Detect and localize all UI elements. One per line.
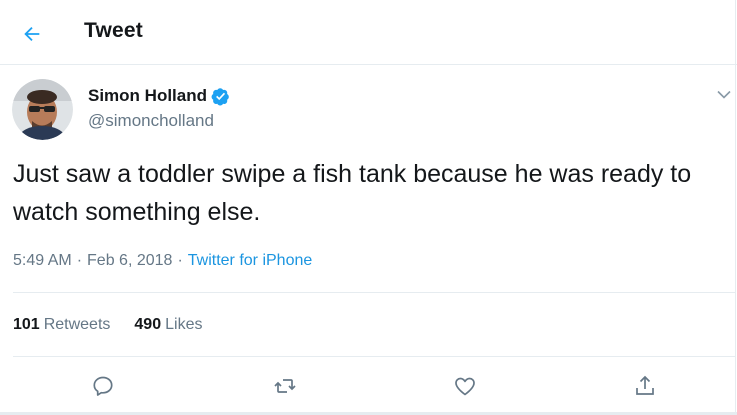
- retweet-icon: [274, 379, 296, 393]
- retweets-label: Retweets: [43, 316, 111, 333]
- retweets-stat[interactable]: 101 Retweets: [13, 316, 110, 333]
- share-icon: [636, 375, 654, 395]
- meta-separator: ·: [76, 252, 83, 269]
- heart-icon: [455, 377, 475, 396]
- page-header: Tweet: [0, 0, 737, 65]
- like-button[interactable]: [452, 373, 478, 399]
- divider: [13, 356, 735, 357]
- avatar[interactable]: [12, 79, 73, 140]
- divider: [13, 292, 735, 293]
- author-name[interactable]: Simon Holland: [88, 86, 230, 106]
- tweet-source-link[interactable]: Twitter for iPhone: [188, 252, 313, 269]
- tweet-actions: [0, 369, 737, 403]
- share-button[interactable]: [632, 373, 658, 399]
- arrow-left-icon: [24, 26, 40, 42]
- avatar-photo: [12, 79, 73, 140]
- tweet-date[interactable]: Feb 6, 2018: [87, 252, 172, 269]
- reply-icon: [93, 376, 113, 396]
- author-handle[interactable]: @simoncholland: [88, 111, 214, 131]
- tweet-page: Tweet Simon Holland @simoncholland Just …: [0, 0, 737, 415]
- retweets-count: 101: [13, 316, 40, 333]
- tweet-stats: 101 Retweets 490 Likes: [13, 316, 202, 334]
- reply-button[interactable]: [90, 373, 116, 399]
- verified-badge-icon: [211, 87, 229, 106]
- page-title: Tweet: [84, 19, 143, 42]
- column-border: [735, 0, 736, 415]
- tweet-text: Just saw a toddler swipe a fish tank bec…: [13, 160, 692, 226]
- author-name-text: Simon Holland: [88, 86, 207, 105]
- retweet-button[interactable]: [272, 373, 298, 399]
- likes-stat[interactable]: 490 Likes: [134, 316, 202, 333]
- tweet-time[interactable]: 5:49 AM: [13, 252, 72, 269]
- tweet-meta: 5:49 AM · Feb 6, 2018 · Twitter for iPhone: [13, 252, 312, 270]
- chevron-down-icon: [717, 90, 731, 99]
- tweet-menu-button[interactable]: [714, 86, 734, 102]
- meta-separator: ·: [177, 252, 183, 269]
- likes-label: Likes: [165, 316, 203, 333]
- back-button[interactable]: [14, 16, 50, 52]
- likes-count: 490: [134, 316, 162, 333]
